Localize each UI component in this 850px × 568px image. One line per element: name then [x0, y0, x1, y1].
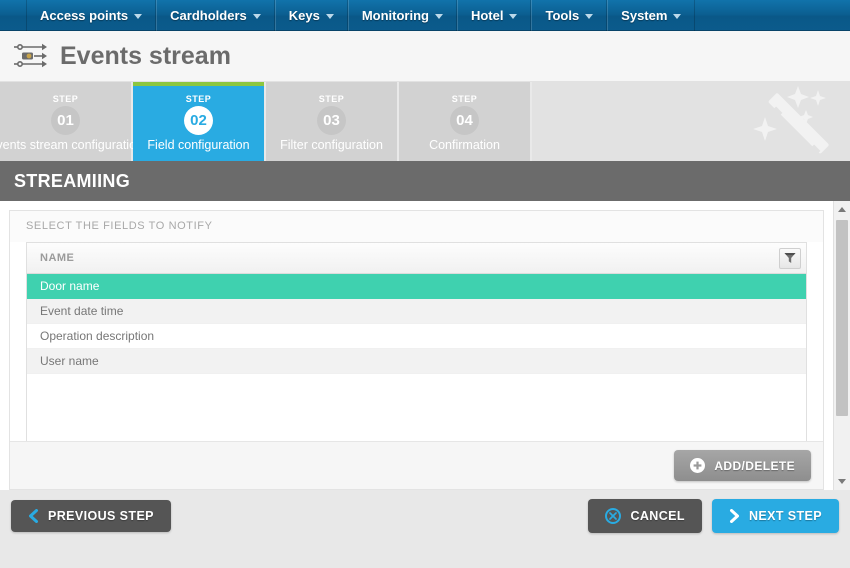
column-header-name: NAME	[40, 252, 75, 264]
table-row[interactable]: Operation description	[27, 324, 806, 349]
chevron-down-icon	[673, 14, 682, 19]
chevron-down-icon	[134, 14, 143, 19]
add-delete-label: ADD/DELETE	[714, 458, 795, 473]
table-empty-space	[27, 374, 806, 441]
wizard-step-01[interactable]: STEP 01 Events stream configuration	[0, 82, 143, 161]
triangle-up-glyph-icon	[838, 207, 846, 212]
step-name: Events stream configuration	[0, 138, 143, 152]
nav-item-cardholders[interactable]: Cardholders	[156, 0, 275, 31]
wizard-steps: STEP 01 Events stream configuration STEP…	[0, 82, 850, 161]
nav-item-label: Cardholders	[170, 8, 247, 23]
cancel-circle-icon	[605, 507, 622, 524]
field-name: Door name	[40, 279, 100, 293]
chevron-left-icon	[29, 508, 38, 523]
nav-item-label: System	[621, 8, 668, 23]
fields-panel: SELECT THE FIELDS TO NOTIFY NAME Door na…	[9, 210, 824, 490]
step-number: 01	[51, 106, 80, 135]
content-scrollbar[interactable]	[833, 201, 850, 490]
wizard-step-04[interactable]: STEP 04 Confirmation	[399, 82, 532, 161]
scroll-down-arrow-icon[interactable]	[834, 473, 850, 490]
next-step-label: NEXT STEP	[748, 508, 822, 523]
fields-table: NAME Door name Event date time Operation…	[26, 242, 807, 441]
step-label: STEP	[451, 94, 478, 104]
x-glyph-icon	[609, 511, 618, 520]
previous-step-label: PREVIOUS STEP	[48, 508, 154, 523]
field-name: User name	[40, 354, 99, 368]
chevron-down-icon	[585, 14, 594, 19]
nav-item-hotel[interactable]: Hotel	[456, 0, 532, 31]
section-title: STREAMIING	[14, 170, 131, 191]
triangle-down-glyph-icon	[838, 479, 846, 484]
table-row[interactable]: Door name	[27, 274, 806, 299]
step-name: Field configuration	[147, 138, 250, 152]
wizard-step-02[interactable]: STEP 02 Field configuration	[133, 82, 266, 161]
panel-caption: SELECT THE FIELDS TO NOTIFY	[10, 211, 823, 242]
page-header: Events stream	[0, 31, 850, 82]
nav-item-keys[interactable]: Keys	[274, 0, 348, 31]
previous-step-button[interactable]: PREVIOUS STEP	[11, 499, 171, 532]
nav-item-label: Tools	[545, 8, 580, 23]
table-row[interactable]: User name	[27, 349, 806, 374]
step-name: Confirmation	[429, 138, 500, 152]
scrollbar-track[interactable]	[834, 218, 850, 473]
nav-item-label: Access points	[40, 8, 129, 23]
plus-glyph-icon	[693, 461, 702, 470]
scroll-up-arrow-icon[interactable]	[834, 201, 850, 218]
magic-wand-icon	[753, 86, 829, 155]
step-number: 02	[184, 106, 213, 135]
step-label: STEP	[52, 94, 79, 104]
field-name: Operation description	[40, 329, 155, 343]
funnel-filter-icon[interactable]	[779, 247, 801, 269]
next-step-button[interactable]: NEXT STEP	[711, 498, 839, 533]
nav-item-label: Hotel	[470, 8, 504, 23]
section-title-bar: STREAMIING	[0, 161, 850, 201]
content-area: SELECT THE FIELDS TO NOTIFY NAME Door na…	[0, 201, 850, 490]
chevron-down-icon	[252, 14, 261, 19]
step-label: STEP	[185, 94, 212, 104]
page-title: Events stream	[60, 41, 231, 70]
chevron-down-icon	[434, 14, 443, 19]
chevron-down-icon	[509, 14, 518, 19]
step-label: STEP	[318, 94, 345, 104]
main-navbar: Access points Cardholders Keys Monitorin…	[0, 0, 850, 31]
chevron-down-icon	[325, 14, 334, 19]
content-inner: SELECT THE FIELDS TO NOTIFY NAME Door na…	[0, 201, 833, 490]
add-delete-button[interactable]: ADD/DELETE	[674, 450, 811, 481]
panel-footer: ADD/DELETE	[10, 441, 823, 489]
wizard-step-03[interactable]: STEP 03 Filter configuration	[266, 82, 399, 161]
step-number: 04	[450, 106, 479, 135]
nav-item-label: Keys	[288, 8, 320, 23]
cancel-button[interactable]: CANCEL	[588, 498, 702, 533]
nav-item-system[interactable]: System	[607, 0, 696, 31]
chevron-right-icon	[729, 508, 739, 523]
step-number: 03	[317, 106, 346, 135]
field-name: Event date time	[40, 304, 124, 318]
table-row[interactable]: Event date time	[27, 299, 806, 324]
nav-item-access-points[interactable]: Access points	[26, 0, 157, 31]
footer-right-actions: CANCEL NEXT STEP	[588, 498, 839, 533]
scrollbar-thumb[interactable]	[836, 220, 848, 416]
step-name: Filter configuration	[280, 138, 383, 152]
funnel-glyph-icon	[784, 253, 796, 263]
table-header-row: NAME	[27, 243, 806, 274]
cancel-label: CANCEL	[630, 508, 685, 523]
plus-circle-icon	[690, 458, 706, 473]
nav-item-tools[interactable]: Tools	[531, 0, 608, 31]
nav-item-monitoring[interactable]: Monitoring	[347, 0, 457, 31]
wizard-footer-bar: PREVIOUS STEP CANCEL NEXT STEP	[0, 490, 850, 541]
events-stream-icon	[14, 43, 47, 68]
wizard-decoration-area	[532, 82, 850, 161]
nav-item-label: Monitoring	[361, 8, 429, 23]
